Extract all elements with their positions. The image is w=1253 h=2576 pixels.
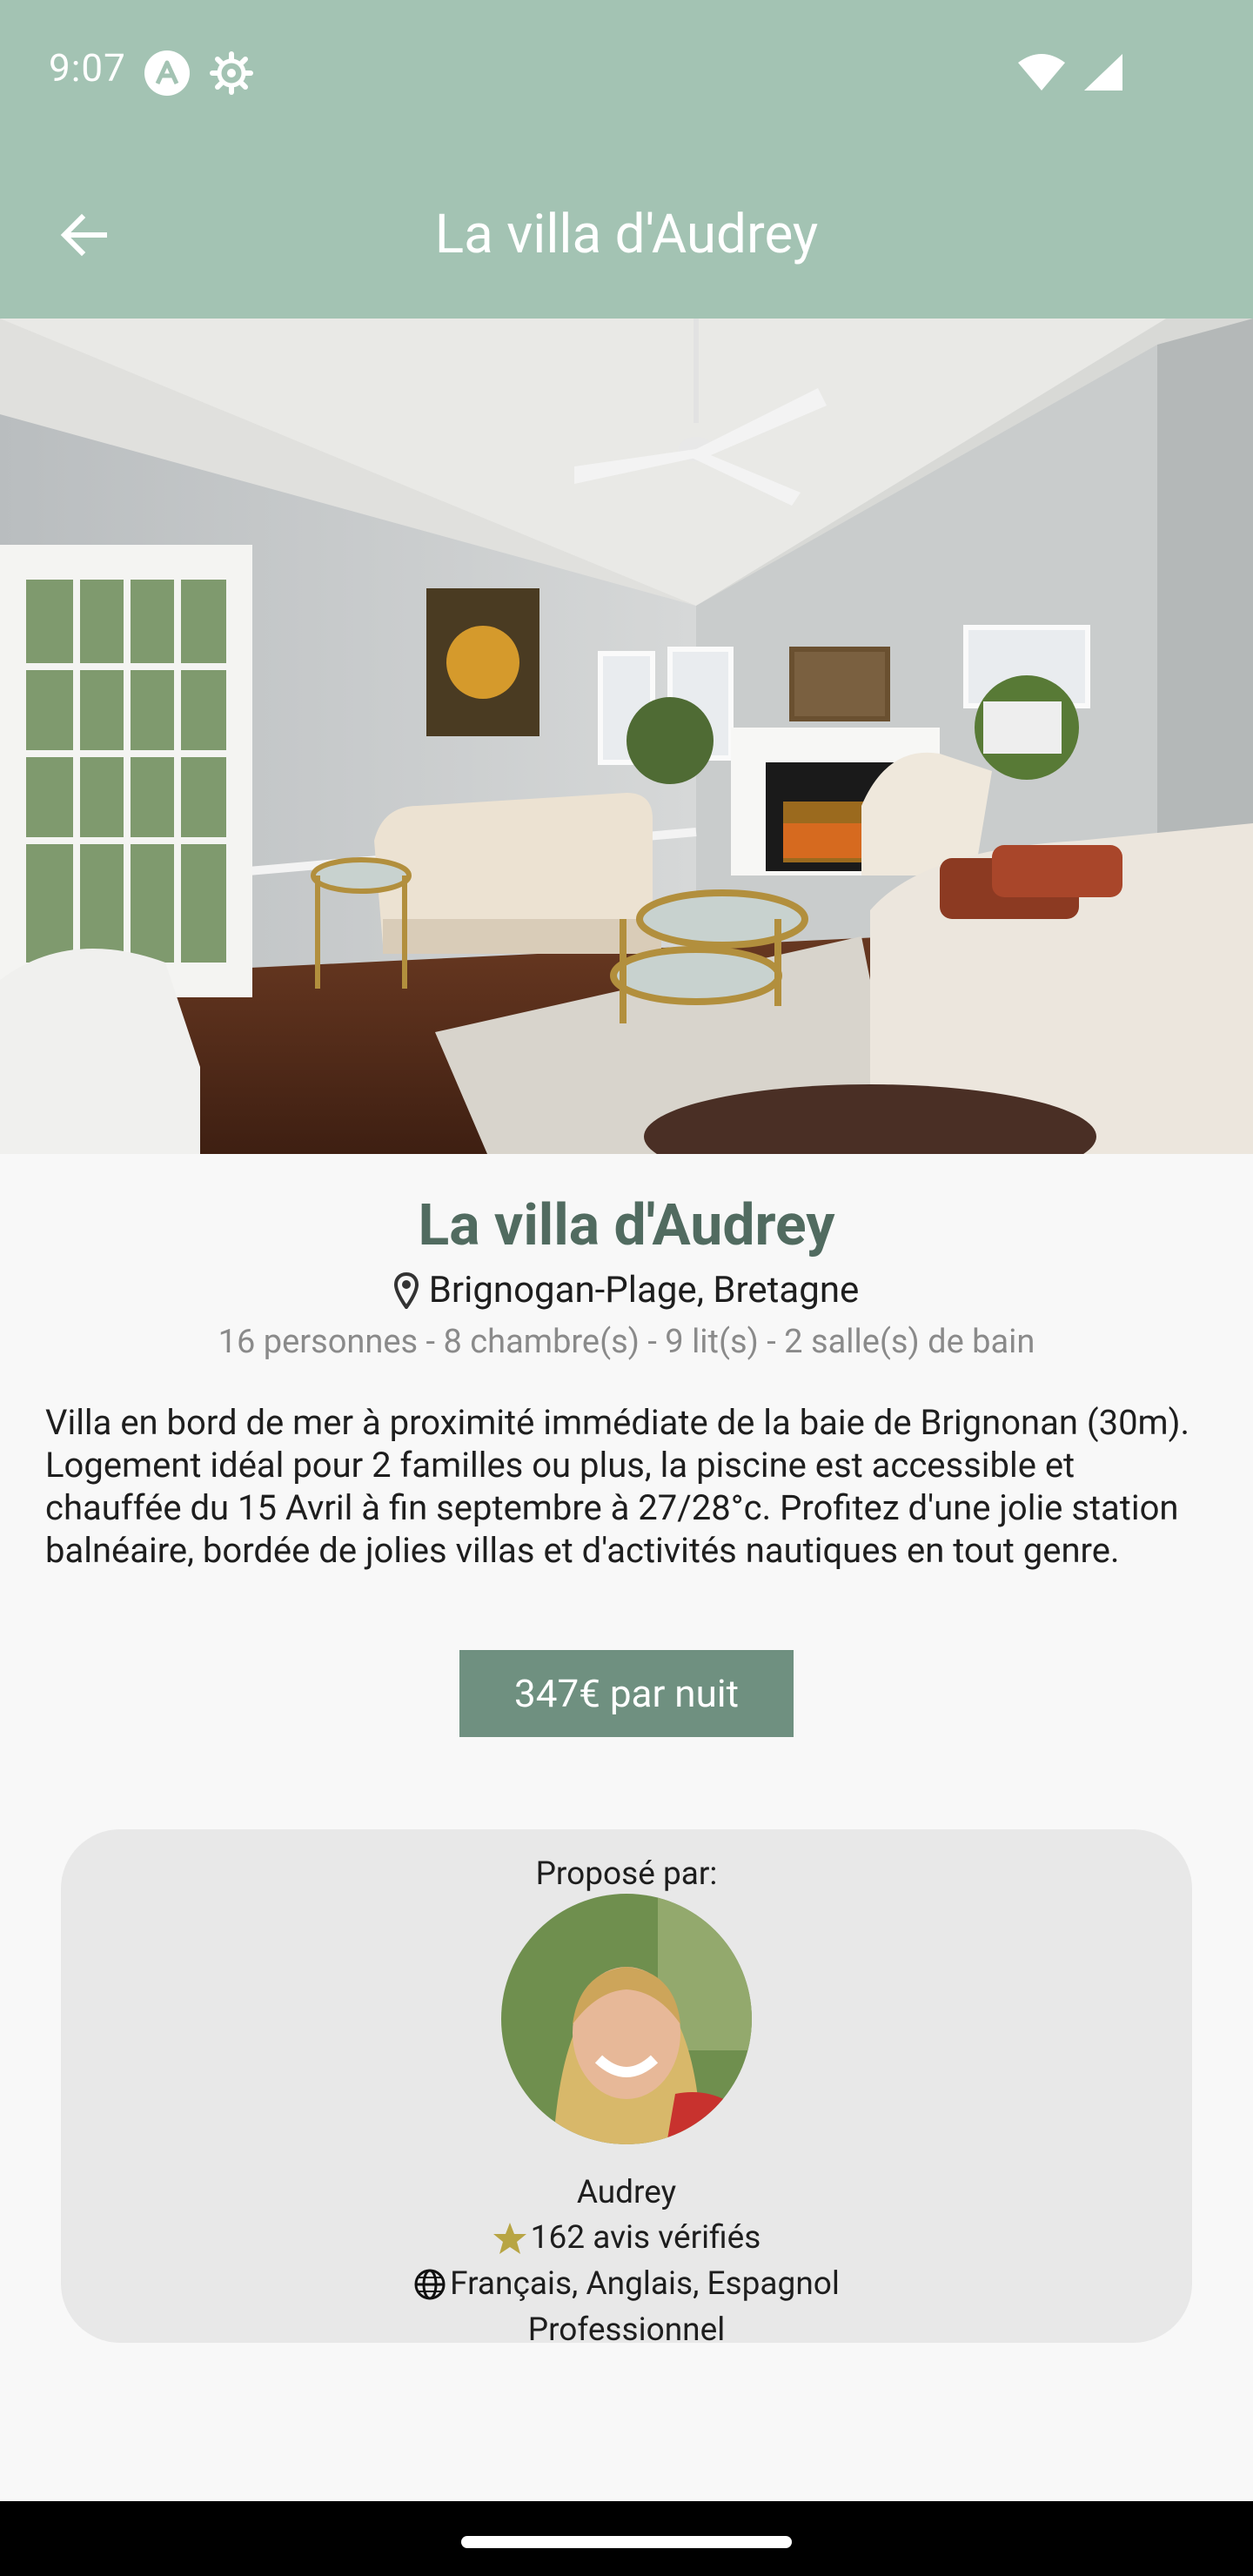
- wifi-icon: [1018, 54, 1065, 91]
- location-pin-icon: [393, 1271, 419, 1309]
- reviews-text: 162 avis vérifiés: [530, 2219, 761, 2257]
- home-indicator[interactable]: [461, 2536, 792, 2548]
- status-bar: 9:07: [0, 0, 1253, 148]
- status-time: 9:07: [49, 45, 126, 91]
- settings-gear-icon: [210, 51, 253, 95]
- app-bar-title: La villa d'Audrey: [434, 203, 819, 266]
- host-languages: Français, Anglais, Espagnol: [61, 2265, 1192, 2303]
- location-text: Brignogan-Plage, Bretagne: [428, 1269, 860, 1311]
- host-type: Professionnel: [527, 2311, 726, 2349]
- system-nav-bar: [0, 2501, 1253, 2576]
- listing-description: Villa en bord de mer à proximité immédia…: [45, 1402, 1190, 1571]
- host-avatar: [501, 1894, 752, 2144]
- host-card: Proposé par: Audrey 162 avis vérifiés Fr…: [61, 1829, 1192, 2349]
- cell-signal-icon: [1084, 54, 1122, 91]
- app-bar: La villa d'Audrey: [0, 148, 1253, 319]
- star-icon: [492, 2222, 526, 2254]
- app-a-icon: [144, 50, 190, 96]
- globe-icon: [414, 2269, 446, 2299]
- languages-text: Français, Anglais, Espagnol: [450, 2265, 840, 2303]
- listing-capacity: 16 personnes - 8 chambre(s) - 9 lit(s) -…: [218, 1323, 1035, 1361]
- living-room-image: [0, 319, 1253, 1154]
- status-icons-right: [1018, 54, 1122, 91]
- price-button[interactable]: 347€ par nuit: [459, 1650, 794, 1737]
- listing-location: Brignogan-Plage, Bretagne: [0, 1269, 1253, 1311]
- host-label: Proposé par:: [535, 1855, 718, 1893]
- host-avatar-image: [501, 1894, 752, 2144]
- host-name: Audrey: [576, 2174, 677, 2211]
- listing-title: La villa d'Audrey: [418, 1192, 835, 1259]
- listing-photo: [0, 319, 1253, 1154]
- host-reviews: 162 avis vérifiés: [61, 2219, 1192, 2257]
- status-icons-left: [144, 50, 254, 96]
